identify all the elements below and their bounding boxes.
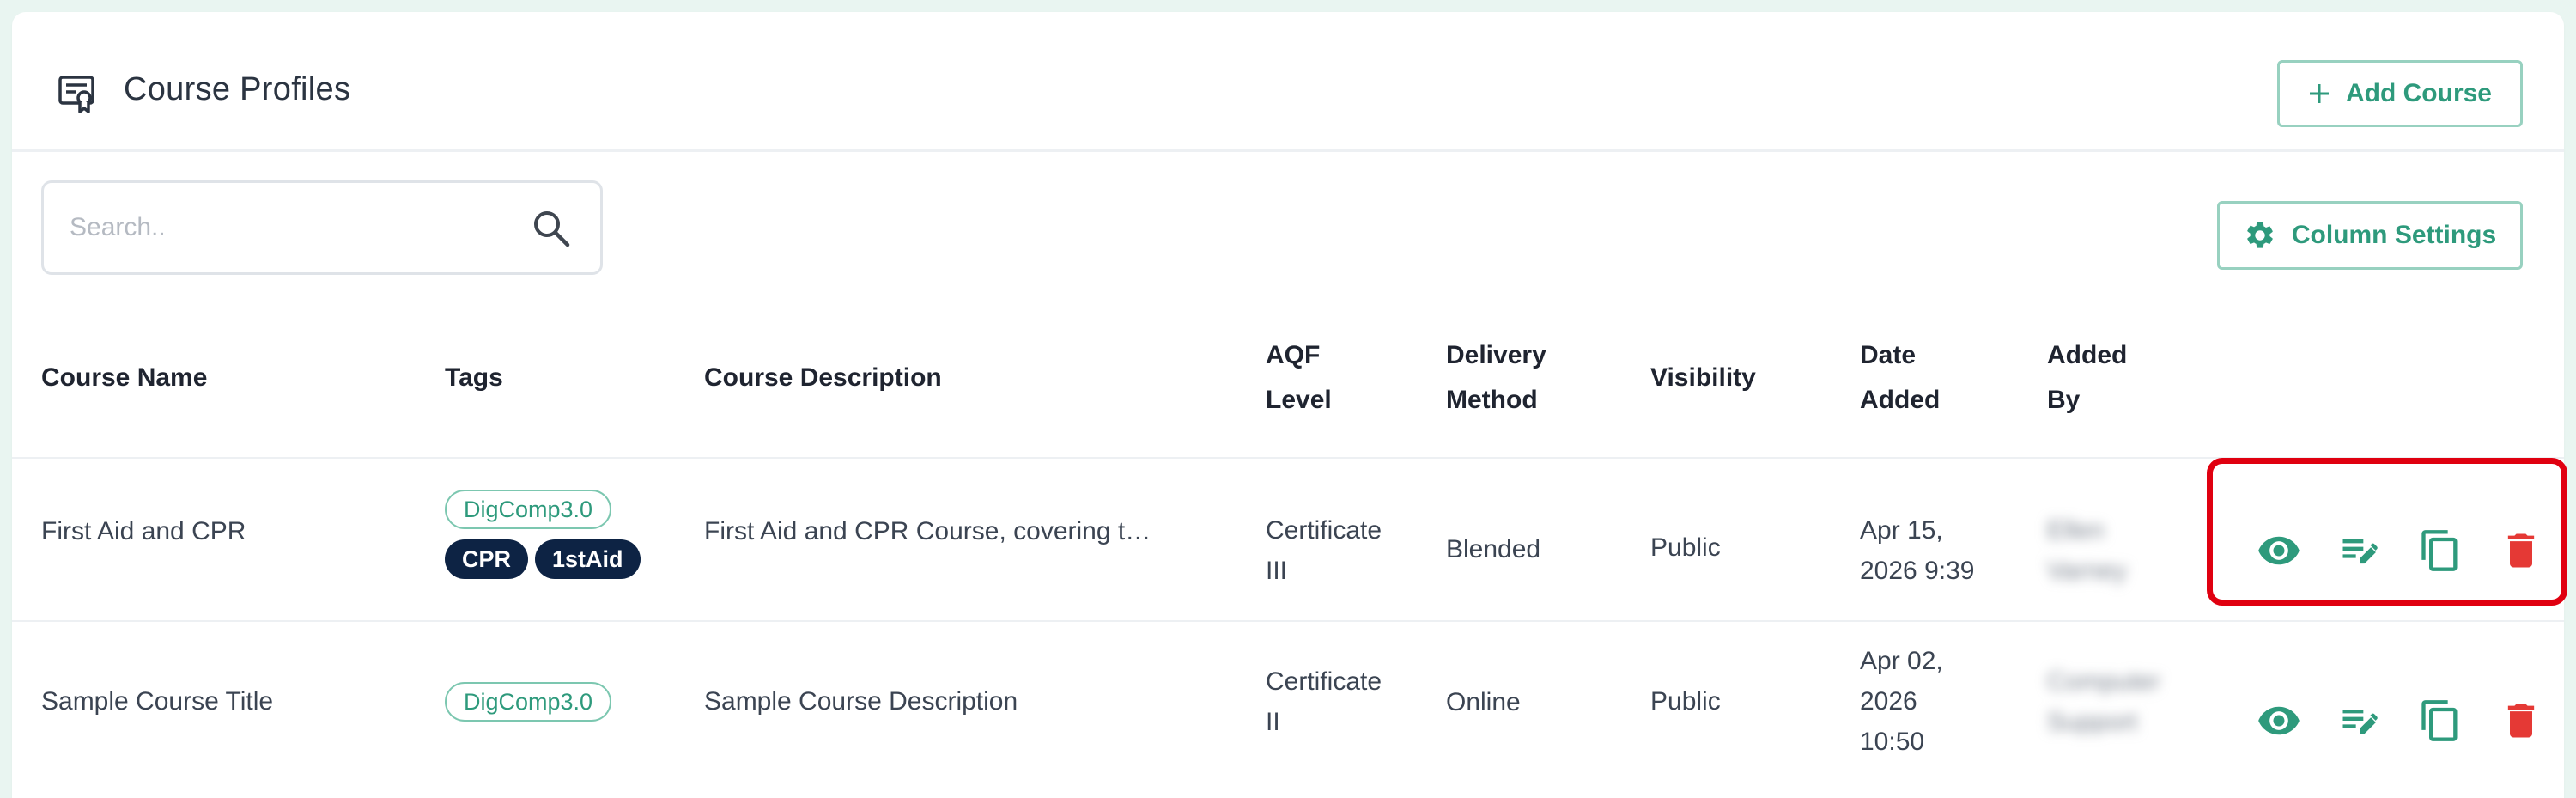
row-actions (2257, 698, 2543, 743)
tags-cell: DigComp3.0 (445, 682, 668, 722)
edit-icon[interactable] (2337, 698, 2382, 743)
column-header-added-by[interactable]: Added By (2047, 333, 2127, 423)
tag-badge[interactable]: 1stAid (535, 539, 641, 579)
column-header-added-by-line1: Added (2047, 341, 2128, 369)
page-title: Course Profiles (124, 71, 351, 107)
column-header-delivery-method-line1: Delivery (1446, 341, 1546, 369)
column-header-aqf-level-line1: AQF (1266, 341, 1321, 369)
date-added-line1: Apr 02, (1860, 647, 1943, 675)
column-header-delivery-method[interactable]: Delivery Method (1446, 333, 1546, 423)
course-name-cell: First Aid and CPR (41, 517, 246, 545)
added-by-line2: Support (2047, 708, 2138, 736)
tag-badge[interactable]: CPR (445, 539, 529, 579)
actions-highlight-box (2207, 458, 2567, 606)
aqf-level-line2: II (1266, 708, 1280, 736)
column-header-aqf-level-line2: Level (1266, 386, 1332, 414)
column-header-delivery-method-line2: Method (1446, 386, 1538, 414)
copy-icon[interactable] (2418, 698, 2463, 743)
added-by-line1: Computer (2047, 667, 2160, 696)
column-header-course-name[interactable]: Course Name (41, 356, 207, 400)
view-icon[interactable] (2257, 698, 2301, 743)
search-input[interactable] (68, 212, 518, 243)
add-course-button[interactable]: Add Course (2277, 60, 2523, 127)
aqf-level-line2: III (1266, 557, 1288, 585)
aqf-level-line1: Certificate (1266, 667, 1382, 696)
column-header-visibility[interactable]: Visibility (1650, 356, 1756, 400)
aqf-level-cell: Certificate III (1266, 510, 1382, 591)
delivery-method-cell: Blended (1446, 535, 1541, 563)
aqf-level-cell: Certificate II (1266, 661, 1382, 742)
plus-icon (2309, 84, 2329, 103)
visibility-cell: Public (1650, 687, 1721, 716)
search-icon[interactable] (532, 209, 571, 248)
date-added-line2: 2026 (1860, 687, 1917, 716)
column-header-date-added[interactable]: Date Added (1860, 333, 1940, 423)
row-divider (12, 457, 2564, 459)
course-description-cell: Sample Course Description (704, 687, 1018, 716)
course-profiles-card: Course Profiles Add Course Column Settin… (12, 12, 2567, 798)
column-settings-button[interactable]: Column Settings (2217, 201, 2523, 270)
tag-badge[interactable]: DigComp3.0 (445, 490, 612, 529)
gear-icon (2247, 222, 2273, 248)
row-divider (12, 620, 2564, 622)
tags-cell: DigComp3.0 CPR 1stAid (445, 490, 668, 579)
date-added-line3: 10:50 (1860, 728, 1925, 756)
course-name-cell: Sample Course Title (41, 687, 274, 716)
visibility-cell: Public (1650, 533, 1721, 562)
page-header: Course Profiles Add Course (12, 12, 2564, 152)
course-description-cell: First Aid and CPR Course, covering t… (704, 517, 1151, 545)
column-header-aqf-level[interactable]: AQF Level (1266, 333, 1332, 423)
column-header-date-added-line1: Date (1860, 341, 1917, 369)
date-added-line2: 2026 9:39 (1860, 557, 1975, 585)
added-by-cell: Ellen Varney (2047, 510, 2127, 591)
column-header-date-added-line2: Added (1860, 386, 1941, 414)
added-by-line1: Ellen (2047, 516, 2105, 545)
aqf-level-line1: Certificate (1266, 516, 1382, 545)
certificate-icon (58, 76, 94, 113)
added-by-line2: Varney (2047, 557, 2127, 585)
add-course-label: Add Course (2345, 79, 2492, 107)
column-header-tags[interactable]: Tags (445, 356, 503, 400)
date-added-cell: Apr 02, 2026 10:50 (1860, 641, 1943, 762)
delivery-method-cell: Online (1446, 688, 1521, 716)
search-box[interactable] (41, 180, 603, 275)
column-header-added-by-line2: By (2047, 386, 2081, 414)
tag-badge[interactable]: DigComp3.0 (445, 682, 612, 722)
column-settings-label: Column Settings (2291, 221, 2497, 249)
date-added-cell: Apr 15, 2026 9:39 (1860, 510, 1974, 591)
added-by-cell: Computer Support (2047, 661, 2160, 742)
date-added-line1: Apr 15, (1860, 516, 1943, 545)
delete-icon[interactable] (2499, 698, 2543, 743)
column-header-course-description[interactable]: Course Description (704, 356, 942, 400)
